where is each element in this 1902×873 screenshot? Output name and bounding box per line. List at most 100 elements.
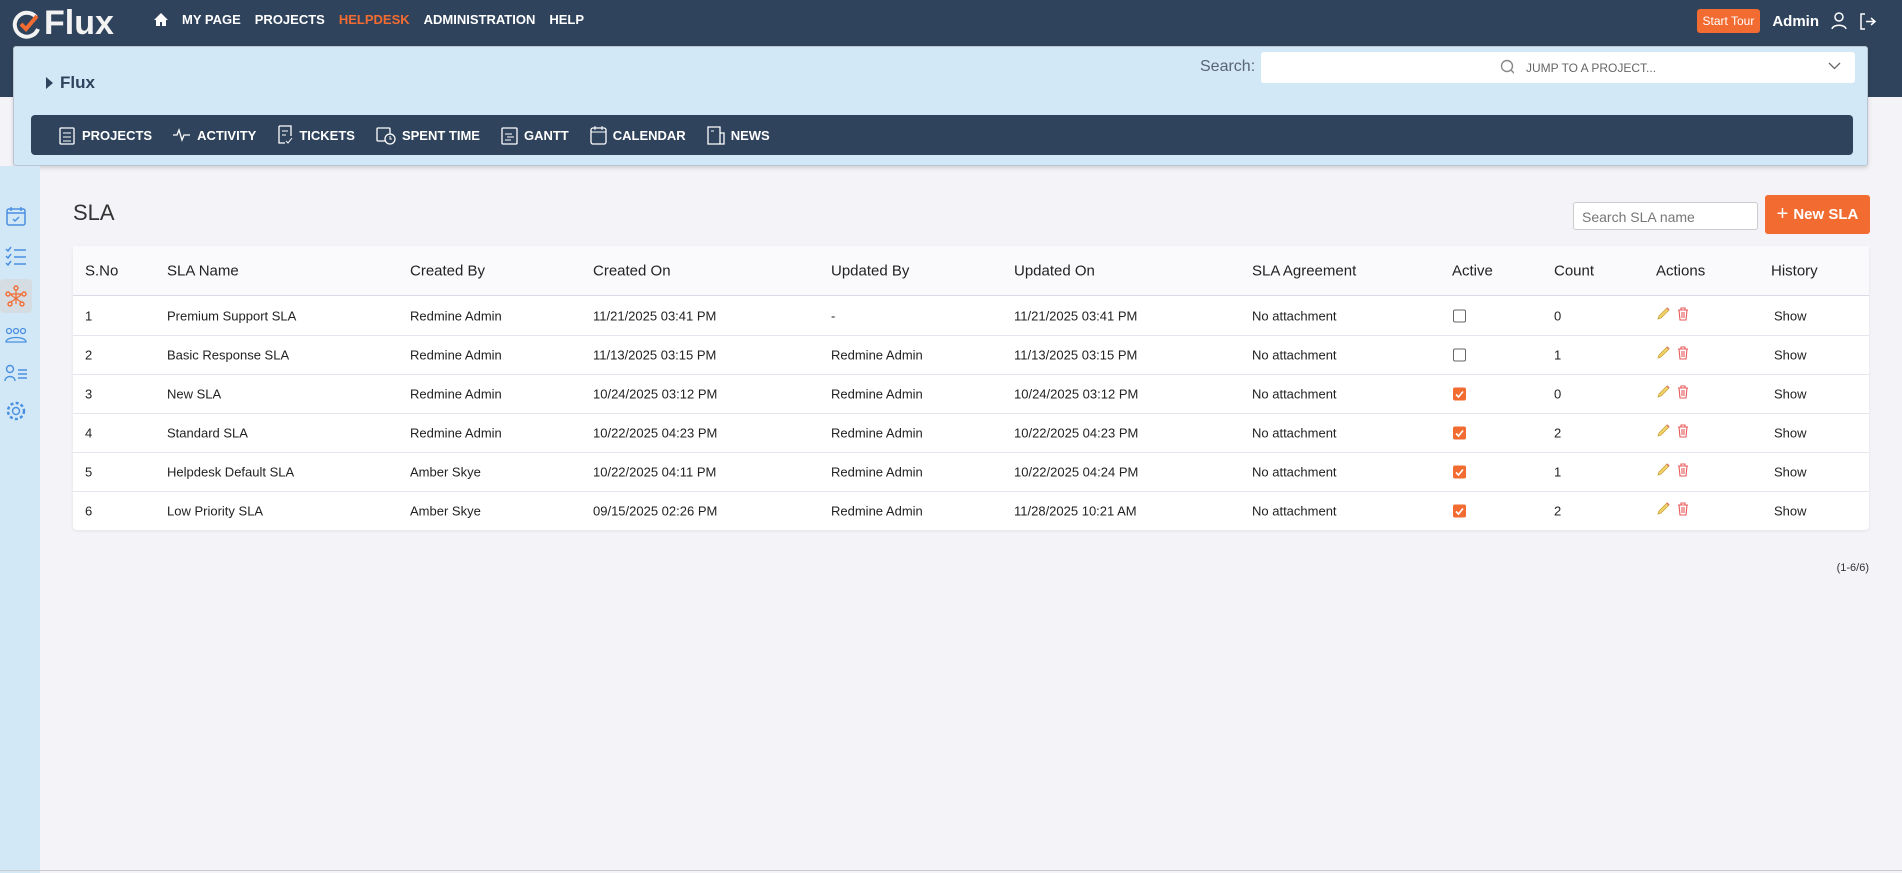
- jump-placeholder: JUMP TO A PROJECT...: [1526, 61, 1657, 75]
- menu-spent-time[interactable]: SPENT TIME: [376, 125, 480, 145]
- breadcrumb-project: Flux: [60, 73, 95, 92]
- helpdesk-sidebar: [0, 166, 40, 873]
- cell-created-by: Redmine Admin: [410, 386, 502, 402]
- menu-label: GANTT: [523, 127, 569, 143]
- edit-pencil-icon[interactable]: [1656, 385, 1670, 399]
- sidebar-settings[interactable]: [0, 394, 32, 428]
- edit-pencil-icon[interactable]: [1656, 424, 1670, 438]
- actions: [1656, 306, 1689, 321]
- menu-projects[interactable]: PROJECTS: [58, 125, 152, 145]
- history-show-link[interactable]: Show: [1774, 387, 1807, 402]
- history-show-link[interactable]: Show: [1774, 426, 1807, 441]
- sidebar-teams[interactable]: [0, 319, 32, 353]
- delete-trash-icon[interactable]: [1677, 463, 1689, 477]
- project-header-panel: Flux Search: JUMP TO A PROJECT... PROJEC…: [13, 46, 1868, 166]
- logout-icon[interactable]: [1859, 12, 1876, 30]
- sla-table: S.No SLA Name Created By Created On Upda…: [73, 246, 1869, 530]
- cell-agreement: No attachment: [1252, 308, 1337, 323]
- delete-trash-icon[interactable]: [1677, 424, 1689, 438]
- user-name[interactable]: Admin: [1772, 13, 1819, 30]
- cell-created-by: Amber Skye: [410, 503, 481, 519]
- page-title: SLA: [73, 200, 115, 225]
- breadcrumb[interactable]: Flux: [46, 73, 95, 93]
- history-show-link[interactable]: Show: [1774, 465, 1807, 480]
- cell-created-on: 10/24/2025 03:12 PM: [593, 386, 718, 402]
- table-row: 2 Basic Response SLA Redmine Admin 11/13/20…: [73, 335, 1869, 374]
- cell-count: 2: [1554, 503, 1562, 519]
- cell-created-by: Redmine Admin: [410, 308, 502, 323]
- checklist-icon: [5, 246, 26, 266]
- new-sla-button[interactable]: + New SLA: [1765, 195, 1870, 234]
- cell-updated-on: 10/22/2025 04:23 PM: [1014, 425, 1139, 441]
- active-checkbox[interactable]: [1453, 426, 1466, 440]
- header-history: History: [1771, 262, 1818, 279]
- search-label: Search:: [1200, 58, 1256, 75]
- nav-projects[interactable]: PROJECTS: [255, 12, 325, 27]
- active-checkbox[interactable]: [1453, 387, 1466, 401]
- header-sla-name: SLA Name: [167, 262, 239, 279]
- active-checkbox[interactable]: [1453, 504, 1466, 518]
- delete-trash-icon[interactable]: [1677, 502, 1689, 516]
- clipboard-icon: [59, 127, 75, 145]
- sidebar-contacts[interactable]: [0, 356, 32, 390]
- menu-news[interactable]: NEWS: [707, 125, 770, 145]
- menu-label: SPENT TIME: [401, 127, 480, 143]
- chevron-down-icon: [1828, 62, 1841, 70]
- active-checkbox[interactable]: [1453, 348, 1466, 362]
- history-show-link[interactable]: Show: [1774, 504, 1807, 519]
- history-show-link[interactable]: Show: [1774, 348, 1807, 363]
- cell-count: 0: [1554, 308, 1562, 323]
- top-nav: MY PAGE PROJECTS HELPDESK ADMINISTRATION…: [154, 12, 584, 27]
- header-active: Active: [1452, 262, 1493, 279]
- cell-name: Low Priority SLA: [167, 503, 264, 519]
- sidebar-tasks[interactable]: [0, 239, 32, 273]
- nav-my-page[interactable]: MY PAGE: [182, 12, 241, 27]
- cell-updated-by: Redmine Admin: [831, 386, 923, 402]
- sidebar-tickets[interactable]: [0, 199, 32, 233]
- delete-trash-icon[interactable]: [1677, 346, 1689, 360]
- jump-to-project-select[interactable]: JUMP TO A PROJECT...: [1514, 52, 1855, 83]
- edit-pencil-icon[interactable]: [1656, 463, 1670, 477]
- nav-help[interactable]: HELP: [549, 12, 584, 27]
- menu-label: TICKETS: [299, 127, 355, 143]
- check-icon: [1455, 429, 1464, 437]
- cell-created-by: Redmine Admin: [410, 347, 502, 363]
- check-icon: [1455, 468, 1464, 476]
- start-tour-button[interactable]: Start Tour: [1696, 9, 1761, 33]
- active-checkbox[interactable]: [1453, 309, 1466, 322]
- menu-activity[interactable]: ACTIVITY: [173, 128, 256, 143]
- cell-created-by: Amber Skye: [410, 464, 481, 480]
- menu-calendar[interactable]: CALENDAR: [590, 125, 686, 145]
- sidebar-sla[interactable]: [0, 279, 32, 313]
- nav-administration[interactable]: ADMINISTRATION: [424, 12, 536, 27]
- actions: [1656, 424, 1689, 438]
- home-icon[interactable]: [154, 13, 168, 26]
- activity-icon: [173, 128, 191, 142]
- user-icon[interactable]: [1831, 12, 1847, 30]
- actions: [1656, 385, 1689, 399]
- edit-pencil-icon[interactable]: [1656, 502, 1670, 516]
- table-row: 6 Low Priority SLA Amber Skye 09/15/2025 02…: [73, 491, 1869, 530]
- sla-search-input[interactable]: Search SLA name: [1573, 202, 1758, 230]
- caret-right-icon: [46, 77, 53, 89]
- menu-gantt[interactable]: GANTT: [501, 125, 569, 145]
- header-count: Count: [1554, 262, 1595, 279]
- delete-trash-icon[interactable]: [1677, 306, 1689, 321]
- menu-tickets[interactable]: TICKETS: [277, 125, 355, 145]
- nav-helpdesk[interactable]: HELPDESK: [339, 12, 410, 27]
- delete-trash-icon[interactable]: [1677, 385, 1689, 399]
- edit-pencil-icon[interactable]: [1656, 346, 1670, 360]
- history-show-link[interactable]: Show: [1774, 308, 1807, 323]
- flux-logo[interactable]: Flux: [12, 4, 114, 43]
- cell-sno: 2: [85, 347, 93, 363]
- cell-updated-by: Redmine Admin: [831, 464, 923, 480]
- cell-sno: 4: [85, 425, 93, 441]
- gantt-icon: [501, 127, 518, 145]
- search-input[interactable]: [1261, 52, 1525, 83]
- cell-agreement: No attachment: [1252, 464, 1337, 480]
- cell-sno: 5: [85, 464, 93, 480]
- divider: [0, 870, 1902, 871]
- active-checkbox[interactable]: [1453, 465, 1466, 479]
- check-icon: [1455, 390, 1464, 398]
- edit-pencil-icon[interactable]: [1656, 306, 1670, 321]
